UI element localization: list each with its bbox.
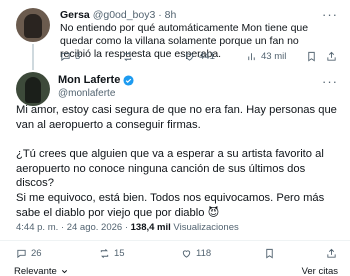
retweet-count: 15: [114, 248, 125, 259]
bookmark-button[interactable]: [306, 51, 317, 62]
retweet-button[interactable]: 15: [99, 248, 125, 259]
like-count: 118: [196, 248, 212, 259]
reply-actions: 3 441 43 mil: [60, 51, 340, 65]
views-label: Visualizaciones: [173, 222, 239, 233]
author-handle[interactable]: @monlaferte: [58, 88, 115, 99]
views-button[interactable]: 43 mil: [246, 51, 286, 62]
bookmark-icon: [266, 248, 273, 259]
bookmark-button[interactable]: [264, 248, 275, 259]
view-quotes-link[interactable]: Ver citas: [302, 266, 338, 276]
comment-icon: [61, 52, 70, 62]
avatar[interactable]: [16, 8, 50, 42]
comment-icon: [17, 249, 26, 259]
like-button[interactable]: 118: [181, 248, 211, 259]
reply-count: 26: [31, 248, 42, 259]
reply-button[interactable]: 3: [60, 51, 80, 62]
more-options-icon[interactable]: ···: [322, 7, 338, 22]
tweet-actions: 26 15 118: [16, 248, 338, 262]
tweet-metadata: 4:44 p. m. · 24 ago. 2026 · 138,4 mil Vi…: [16, 222, 239, 233]
reply-header: Gersa @g0od_boy3 · 8h: [60, 9, 176, 21]
retweet-button[interactable]: [122, 51, 137, 62]
share-icon: [327, 248, 336, 258]
thread-line: [32, 44, 34, 70]
author-name-row[interactable]: Mon Laferte: [58, 74, 134, 86]
retweet-icon: [100, 249, 109, 258]
view-count: 43 mil: [261, 51, 287, 62]
divider: [0, 240, 350, 241]
sort-replies-dropdown[interactable]: Relevante: [14, 266, 69, 276]
reply-count: 3: [75, 51, 81, 62]
author-name[interactable]: Mon Laferte: [58, 74, 120, 86]
reply-button[interactable]: 26: [16, 248, 42, 259]
heart-icon: [182, 250, 191, 258]
heart-icon: [185, 53, 194, 61]
like-button[interactable]: 441: [184, 51, 215, 62]
retweet-icon: [123, 52, 132, 61]
tweet-paragraph: Mi amor, estoy casi segura de que no era…: [16, 104, 337, 131]
avatar[interactable]: [16, 72, 50, 106]
reply-time[interactable]: · 8h: [158, 9, 176, 21]
reply-author-name[interactable]: Gersa: [60, 9, 90, 21]
bookmark-icon: [308, 51, 315, 62]
share-button[interactable]: [326, 248, 337, 259]
views-count: 138,4 mil: [130, 222, 171, 233]
more-options-icon[interactable]: ···: [322, 74, 338, 89]
like-count: 441: [199, 51, 215, 62]
bar-chart-icon: [248, 53, 255, 61]
verified-badge-icon: [123, 74, 134, 86]
tweet-paragraph: ¿Tú crees que alguien que va a esperar a…: [16, 148, 324, 189]
sort-label: Relevante: [14, 266, 57, 276]
chevron-down-icon: [61, 270, 67, 274]
reply-author-handle[interactable]: @g0od_boy3: [93, 9, 156, 21]
share-button[interactable]: [326, 51, 337, 62]
tweet-time[interactable]: 4:44 p. m.: [16, 222, 58, 233]
tweet-paragraph: Si me equivoco, está bien. Todos nos equ…: [16, 192, 325, 219]
share-icon: [327, 51, 336, 61]
tweet-date[interactable]: 24 ago. 2026: [67, 222, 122, 233]
